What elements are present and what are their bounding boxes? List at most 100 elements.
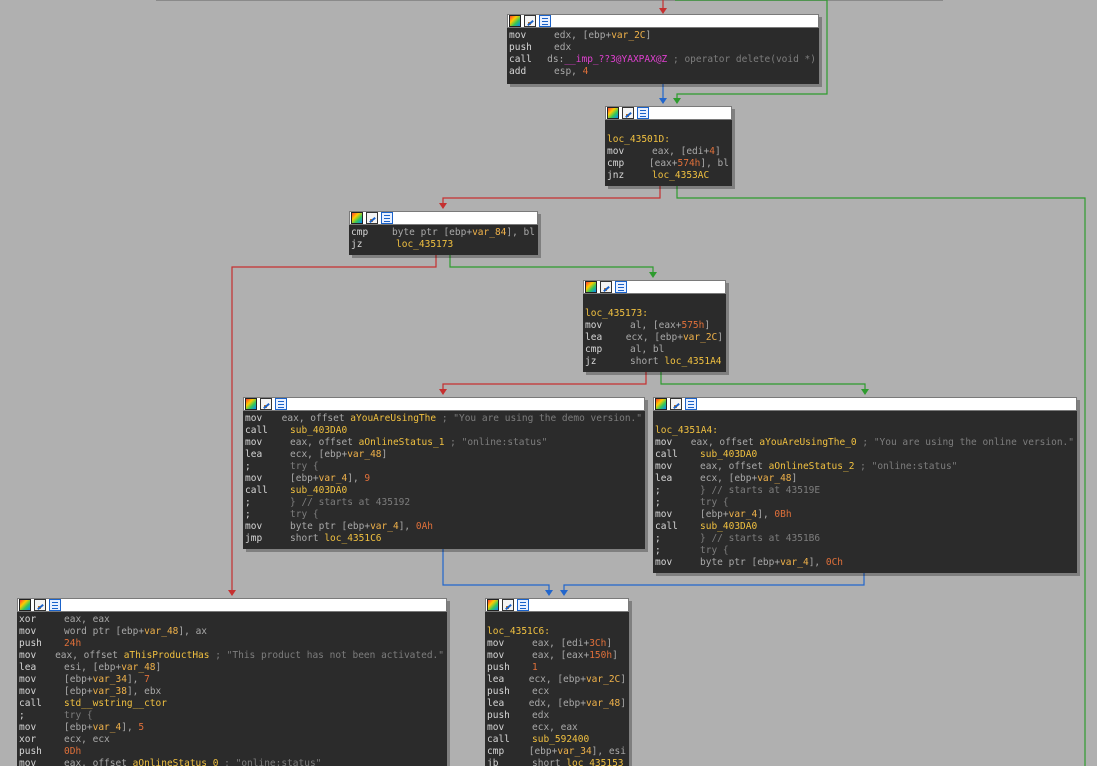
- block-label[interactable]: loc_435173:: [585, 308, 723, 320]
- instruction-line[interactable]: cmp byte ptr [ebp+ var_84], bl: [351, 227, 535, 239]
- instruction-line[interactable]: ; try {: [655, 545, 1074, 557]
- text-view-icon[interactable]: [381, 212, 393, 224]
- operand-var[interactable]: var_48: [586, 698, 620, 710]
- operand-name[interactable]: aYouAreUsingThe_0: [759, 437, 856, 449]
- instruction-line[interactable]: mov eax, offset aThisProductHas ; "This p…: [19, 650, 444, 662]
- instruction-line[interactable]: call std__wstring__ctor: [19, 698, 444, 710]
- instruction-line[interactable]: push 0Dh: [19, 746, 444, 758]
- code-block[interactable]: mov edx, [ebp+ var_2C] push edx call ds: __imp_…: [507, 14, 819, 84]
- operand-name[interactable]: loc_435153: [566, 758, 623, 766]
- instruction-line[interactable]: cmp [eax+ 574h], bl: [607, 158, 729, 170]
- instruction-line[interactable]: lea edx, [ebp+ var_48]: [487, 698, 626, 710]
- code-block[interactable]: loc_4351A4: mov eax, offset aYouAreUsingTh…: [653, 397, 1077, 573]
- instruction-line[interactable]: call sub_403DA0: [245, 485, 642, 497]
- graph-canvas[interactable]: mov edx, [ebp+ var_2C] push edx call ds: __imp_…: [0, 0, 1097, 766]
- graph-overview-icon[interactable]: [366, 212, 378, 224]
- operand-name[interactable]: sub_403DA0: [700, 521, 757, 533]
- instruction-line[interactable]: call ds: __imp_??3@YAXPAX@Z ; operator del…: [509, 54, 816, 66]
- instruction-line[interactable]: call sub_592400: [487, 734, 626, 746]
- block-label[interactable]: loc_4351A4:: [655, 425, 1074, 437]
- instruction-line[interactable]: mov byte ptr [ebp+ var_4], 0Ah: [245, 521, 642, 533]
- instruction-line[interactable]: xor eax, eax: [19, 614, 444, 626]
- instruction-line[interactable]: mov word ptr [ebp+ var_48], ax: [19, 626, 444, 638]
- color-palette-icon[interactable]: [585, 281, 597, 293]
- operand-var[interactable]: var_38: [93, 686, 127, 698]
- instruction-line[interactable]: call sub_403DA0: [655, 521, 1074, 533]
- instruction-line[interactable]: push 1: [487, 662, 626, 674]
- code-block[interactable]: xor eax, eax mov word ptr [ebp+ var_48], ax p…: [17, 598, 447, 766]
- graph-overview-icon[interactable]: [524, 15, 536, 27]
- instruction-line[interactable]: mov al, [eax+ 575h]: [585, 320, 723, 332]
- operand-var[interactable]: var_48: [121, 662, 155, 674]
- graph-overview-icon[interactable]: [260, 398, 272, 410]
- operand-name[interactable]: loc_4351C6: [324, 533, 381, 545]
- instruction-line[interactable]: lea ecx, [ebp+ var_48]: [655, 473, 1074, 485]
- operand-name[interactable]: aOnlineStatus_0: [133, 758, 219, 766]
- code-block[interactable]: cmp byte ptr [ebp+ var_84], bl jz loc_435173: [349, 211, 538, 255]
- instruction-line[interactable]: ; try {: [19, 710, 444, 722]
- instruction-line[interactable]: mov [ebp+ var_4], 9: [245, 473, 642, 485]
- code-block[interactable]: loc_43501D: mov eax, [edi+ 4] cmp [eax+ 574h],…: [605, 106, 732, 186]
- instruction-line[interactable]: mov [ebp+ var_4], 0Bh: [655, 509, 1074, 521]
- operand-name[interactable]: loc_4351A4: [664, 356, 721, 368]
- operand-name[interactable]: sub_592400: [532, 734, 589, 746]
- instruction-line[interactable]: ;} // starts at 43519E: [655, 485, 1074, 497]
- operand-var[interactable]: var_4: [319, 473, 348, 485]
- instruction-line[interactable]: ; try {: [245, 509, 642, 521]
- instruction-line[interactable]: push edx: [509, 42, 816, 54]
- color-palette-icon[interactable]: [607, 107, 619, 119]
- operand-var[interactable]: var_4: [93, 722, 122, 734]
- instruction-line[interactable]: cmp al, bl: [585, 344, 723, 356]
- operand-var[interactable]: var_34: [93, 674, 127, 686]
- block-label[interactable]: loc_4351C6:: [487, 626, 626, 638]
- instruction-line[interactable]: push ecx: [487, 686, 626, 698]
- instruction-line[interactable]: add esp, 4: [509, 66, 816, 78]
- operand-var[interactable]: var_48: [347, 449, 381, 461]
- operand-name[interactable]: sub_403DA0: [700, 449, 757, 461]
- operand-var[interactable]: var_2C: [611, 30, 645, 42]
- block-label[interactable]: loc_43501D:: [607, 134, 729, 146]
- instruction-line[interactable]: mov eax, [edi+ 4]: [607, 146, 729, 158]
- instruction-line[interactable]: ;} // starts at 435192: [245, 497, 642, 509]
- instruction-line[interactable]: mov eax, [edi+ 3Ch]: [487, 638, 626, 650]
- operand-var[interactable]: var_2C: [586, 674, 620, 686]
- operand-name[interactable]: loc_435173: [396, 239, 453, 251]
- operand-name[interactable]: sub_403DA0: [290, 485, 347, 497]
- instruction-line[interactable]: cmp [ebp+ var_34], esi: [487, 746, 626, 758]
- operand-var[interactable]: var_4: [370, 521, 399, 533]
- graph-overview-icon[interactable]: [600, 281, 612, 293]
- instruction-line[interactable]: lea ecx, [ebp+ var_48]: [245, 449, 642, 461]
- instruction-line[interactable]: mov eax, offset aOnlineStatus_0 ; "online…: [19, 758, 444, 766]
- operand-var[interactable]: var_48: [757, 473, 791, 485]
- operand-imp[interactable]: __imp_??3@YAXPAX@Z: [564, 54, 667, 66]
- operand-name[interactable]: sub_403DA0: [290, 425, 347, 437]
- instruction-line[interactable]: lea esi, [ebp+ var_48]: [19, 662, 444, 674]
- text-view-icon[interactable]: [275, 398, 287, 410]
- color-palette-icon[interactable]: [509, 15, 521, 27]
- color-palette-icon[interactable]: [655, 398, 667, 410]
- instruction-line[interactable]: mov eax, offset aOnlineStatus_1 ; "online…: [245, 437, 642, 449]
- graph-overview-icon[interactable]: [670, 398, 682, 410]
- instruction-line[interactable]: ; try {: [655, 497, 1074, 509]
- code-block[interactable]: mov eax, offset aYouAreUsingThe ; "You ar…: [243, 397, 645, 549]
- instruction-line[interactable]: push 24h: [19, 638, 444, 650]
- instruction-line[interactable]: mov eax, [eax+ 150h]: [487, 650, 626, 662]
- operand-var[interactable]: var_34: [557, 746, 591, 758]
- operand-var[interactable]: var_84: [472, 227, 506, 239]
- instruction-line[interactable]: mov eax, offset aYouAreUsingThe ; "You ar…: [245, 413, 642, 425]
- graph-overview-icon[interactable]: [34, 599, 46, 611]
- instruction-line[interactable]: mov [ebp+ var_4], 5: [19, 722, 444, 734]
- operand-name[interactable]: aOnlineStatus_2: [769, 461, 855, 473]
- color-palette-icon[interactable]: [245, 398, 257, 410]
- instruction-line[interactable]: mov eax, offset aYouAreUsingThe_0 ; "You …: [655, 437, 1074, 449]
- color-palette-icon[interactable]: [19, 599, 31, 611]
- operand-name[interactable]: aOnlineStatus_1: [359, 437, 445, 449]
- text-view-icon[interactable]: [685, 398, 697, 410]
- text-view-icon[interactable]: [637, 107, 649, 119]
- instruction-line[interactable]: mov [ebp+ var_34], 7: [19, 674, 444, 686]
- code-block[interactable]: loc_435173: mov al, [eax+ 575h] lea ecx, [ebp…: [583, 280, 726, 372]
- code-block[interactable]: loc_4351C6: mov eax, [edi+ 3Ch] mov eax, [eax…: [485, 598, 629, 766]
- operand-name[interactable]: aYouAreUsingThe: [350, 413, 436, 425]
- operand-name[interactable]: aThisProductHas: [124, 650, 210, 662]
- instruction-line[interactable]: jz short loc_4351A4: [585, 356, 723, 368]
